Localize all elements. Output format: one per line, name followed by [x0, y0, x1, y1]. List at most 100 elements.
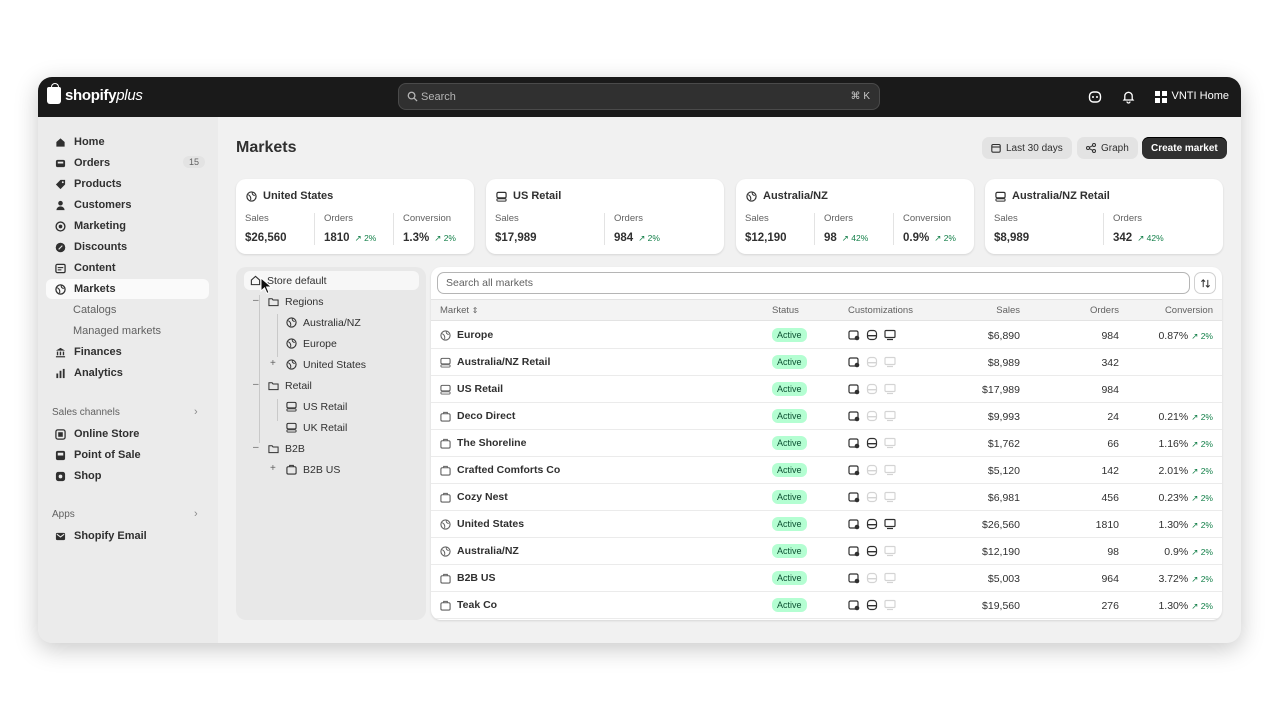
nav-subitem-catalogs[interactable]: Catalogs	[46, 300, 209, 320]
apps-heading[interactable]: Apps	[52, 509, 75, 520]
catalog-icon[interactable]	[848, 329, 860, 341]
theme-icon[interactable]	[866, 437, 878, 449]
sort-button[interactable]	[1194, 272, 1216, 294]
domain-icon[interactable]	[884, 545, 896, 557]
bell-icon[interactable]	[1119, 88, 1137, 106]
collapse-toggle[interactable]: –	[253, 379, 259, 390]
market-name-cell[interactable]: B2B US	[440, 572, 496, 584]
tree-item-b2b-us[interactable]: B2B US	[286, 460, 340, 479]
catalog-icon[interactable]	[848, 599, 860, 611]
tree-item-b2b[interactable]: B2B	[268, 439, 305, 458]
table-row[interactable]: Australia/NZ Retail Active $8,989 342	[431, 349, 1222, 376]
tree-item-retail[interactable]: Retail	[268, 376, 312, 395]
theme-icon[interactable]	[866, 572, 878, 584]
market-summary-card[interactable]: US Retail Sales $17,989 Orders 984 ↗ 2%	[486, 179, 724, 254]
date-range-button[interactable]: Last 30 days	[982, 137, 1072, 159]
nav-item-products[interactable]: Products	[46, 174, 209, 194]
nav-item-customers[interactable]: Customers	[46, 195, 209, 215]
table-row[interactable]: United States Active $26,560 1810 1.30% ↗ 2%	[431, 511, 1222, 538]
market-name-cell[interactable]: Teak Co	[440, 599, 497, 611]
domain-icon[interactable]	[884, 464, 896, 476]
column-header-orders[interactable]: Orders	[1090, 305, 1119, 316]
market-name-cell[interactable]: Australia/NZ Retail	[440, 356, 550, 368]
tree-item-uk-retail[interactable]: UK Retail	[286, 418, 347, 437]
column-header-sales[interactable]: Sales	[996, 305, 1020, 316]
nav-item-markets[interactable]: Markets	[46, 279, 209, 299]
table-row[interactable]: Europe Active $6,890 984 0.87% ↗ 2%	[431, 322, 1222, 349]
theme-icon[interactable]	[866, 545, 878, 557]
domain-icon[interactable]	[884, 491, 896, 503]
create-market-button[interactable]: Create market	[1142, 137, 1227, 159]
market-name-cell[interactable]: Deco Direct	[440, 410, 515, 422]
nav-item-finances[interactable]: Finances	[46, 342, 209, 362]
domain-icon[interactable]	[884, 410, 896, 422]
catalog-icon[interactable]	[848, 437, 860, 449]
shopify-plus-logo[interactable]: shopifyplus	[47, 83, 143, 104]
column-header-customizations[interactable]: Customizations	[848, 305, 913, 316]
column-header-status[interactable]: Status	[772, 305, 799, 316]
nav-item-discounts[interactable]: Discounts	[46, 237, 209, 257]
table-row[interactable]: Australia/NZ Active $12,190 98 0.9% ↗ 2%	[431, 538, 1222, 565]
market-name-cell[interactable]: US Retail	[440, 383, 503, 395]
table-row[interactable]: B2B US Active $5,003 964 3.72% ↗ 2%	[431, 565, 1222, 592]
nav-item-point-of-sale[interactable]: Point of Sale	[46, 445, 209, 465]
theme-icon[interactable]	[866, 599, 878, 611]
theme-icon[interactable]	[866, 329, 878, 341]
table-row[interactable]: US Retail Active $17,989 984	[431, 376, 1222, 403]
domain-icon[interactable]	[884, 518, 896, 530]
table-row[interactable]: Teak Co Active $19,560 276 1.30% ↗ 2%	[431, 592, 1222, 619]
table-row[interactable]: Cozy Nest Active $6,981 456 0.23% ↗ 2%	[431, 484, 1222, 511]
nav-item-shopify-email[interactable]: Shopify Email	[46, 526, 209, 546]
nav-subitem-managed-markets[interactable]: Managed markets	[46, 321, 209, 341]
theme-icon[interactable]	[866, 356, 878, 368]
market-name-cell[interactable]: Europe	[440, 329, 493, 341]
sidekick-icon[interactable]	[1086, 88, 1104, 106]
catalog-icon[interactable]	[848, 518, 860, 530]
catalog-icon[interactable]	[848, 356, 860, 368]
market-name-cell[interactable]: Cozy Nest	[440, 491, 508, 503]
tree-item-regions[interactable]: Regions	[268, 292, 324, 311]
catalog-icon[interactable]	[848, 572, 860, 584]
tree-item-europe[interactable]: Europe	[286, 334, 337, 353]
nav-item-orders[interactable]: Orders 15	[46, 153, 209, 173]
market-name-cell[interactable]: The Shoreline	[440, 437, 526, 449]
domain-icon[interactable]	[884, 437, 896, 449]
theme-icon[interactable]	[866, 518, 878, 530]
table-row[interactable]: Crafted Comforts Co Active $5,120 142 2.01% ↗…	[431, 457, 1222, 484]
theme-icon[interactable]	[866, 410, 878, 422]
nav-item-content[interactable]: Content	[46, 258, 209, 278]
nav-item-online-store[interactable]: Online Store	[46, 424, 209, 444]
domain-icon[interactable]	[884, 329, 896, 341]
domain-icon[interactable]	[884, 599, 896, 611]
nav-item-marketing[interactable]: Marketing	[46, 216, 209, 236]
chevron-right-icon[interactable]: ›	[194, 508, 198, 520]
nav-item-home[interactable]: Home	[46, 132, 209, 152]
market-summary-card[interactable]: United States Sales $26,560 Orders 1810 ↗ 2…	[236, 179, 474, 254]
market-summary-card[interactable]: Australia/NZ Sales $12,190 Orders 98 ↗ 42% …	[736, 179, 974, 254]
store-name[interactable]: VNTI Home	[1172, 90, 1229, 102]
sales-channels-heading[interactable]: Sales channels	[52, 407, 120, 418]
nav-item-analytics[interactable]: Analytics	[46, 363, 209, 383]
table-row[interactable]: The Shoreline Active $1,762 66 1.16% ↗ 2%	[431, 430, 1222, 457]
domain-icon[interactable]	[884, 383, 896, 395]
graph-button[interactable]: Graph	[1077, 137, 1138, 159]
markets-search-input[interactable]: Search all markets	[437, 272, 1190, 294]
domain-icon[interactable]	[884, 356, 896, 368]
expand-toggle[interactable]: +	[270, 358, 276, 369]
market-name-cell[interactable]: Crafted Comforts Co	[440, 464, 560, 476]
domain-icon[interactable]	[884, 572, 896, 584]
store-logo-icon[interactable]	[1152, 88, 1170, 106]
tree-item-united-states[interactable]: United States	[286, 355, 366, 374]
catalog-icon[interactable]	[848, 464, 860, 476]
column-header-market[interactable]: Market ⇕	[440, 305, 478, 316]
nav-item-shop[interactable]: Shop	[46, 466, 209, 486]
theme-icon[interactable]	[866, 491, 878, 503]
table-row[interactable]: Deco Direct Active $9,993 24 0.21% ↗ 2%	[431, 403, 1222, 430]
global-search-input[interactable]: Search ⌘ K	[398, 83, 880, 110]
collapse-toggle[interactable]: –	[253, 442, 259, 453]
tree-item-australia-nz[interactable]: Australia/NZ	[286, 313, 361, 332]
market-name-cell[interactable]: United States	[440, 518, 524, 530]
column-header-conversion[interactable]: Conversion	[1165, 305, 1213, 316]
tree-item-us-retail[interactable]: US Retail	[286, 397, 347, 416]
catalog-icon[interactable]	[848, 491, 860, 503]
